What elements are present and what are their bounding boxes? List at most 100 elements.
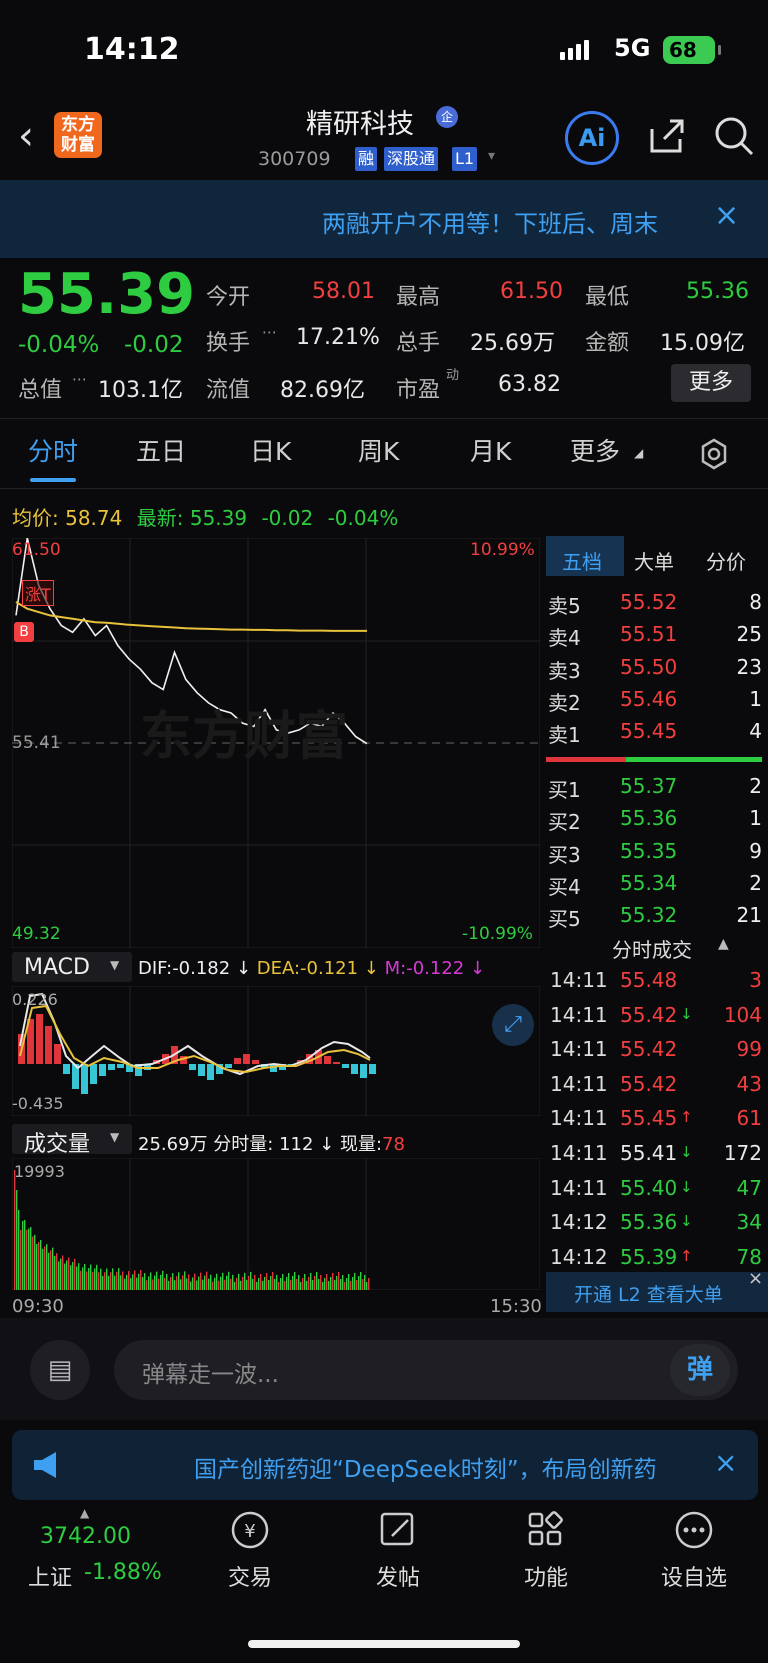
back-button[interactable]: ‹ xyxy=(18,116,34,156)
tab-price-dist[interactable]: 分价 xyxy=(706,546,746,575)
tick-volume: 99 xyxy=(736,1037,762,1062)
mark-t[interactable]: 涨T xyxy=(22,580,54,606)
news-text[interactable]: 国产创新药迎“DeepSeek时刻”，布局创新药 xyxy=(194,1450,702,1484)
index-value[interactable]: 3742.00 xyxy=(40,1524,131,1549)
more-button[interactable]: 更多 xyxy=(671,364,751,402)
volume-bar xyxy=(286,1276,288,1290)
danmu-settings-icon[interactable]: ▤ xyxy=(30,1340,90,1400)
buy-volume: 2 xyxy=(749,870,762,895)
macd-bar xyxy=(54,1044,61,1064)
info-line: 均价: 58.74 最新: 55.39 -0.02 -0.04% xyxy=(12,502,398,531)
tab-weekly-k[interactable]: 周K xyxy=(358,432,399,468)
home-indicator xyxy=(248,1640,520,1648)
macd-bar xyxy=(207,1064,214,1080)
macd-chart[interactable] xyxy=(12,986,540,1116)
buy-mark[interactable]: B xyxy=(14,622,34,642)
watermark: 东方财富 xyxy=(140,707,349,767)
sell-price[interactable]: 55.52 xyxy=(620,590,677,614)
macd-bar xyxy=(243,1054,250,1064)
buy-price[interactable]: 55.32 xyxy=(620,903,677,927)
share-icon[interactable] xyxy=(646,115,688,157)
close-icon[interactable]: × xyxy=(714,198,739,233)
volume-bar xyxy=(182,1275,184,1290)
volume-bar xyxy=(360,1271,362,1290)
sell-price[interactable]: 55.51 xyxy=(620,622,677,646)
volume-bar xyxy=(52,1247,54,1290)
volume-bar xyxy=(204,1275,206,1290)
index-name[interactable]: 上证 xyxy=(28,1560,72,1592)
nav-functions[interactable]: 功能 xyxy=(516,1560,576,1592)
macd-bar xyxy=(360,1064,367,1078)
l2-banner-text[interactable]: 开通 L2 查看大单 xyxy=(574,1280,723,1307)
tick-price: 55.39 xyxy=(620,1244,678,1269)
pct-top-label: 10.99% xyxy=(470,540,535,560)
volume-bar xyxy=(254,1274,256,1290)
danmu-input[interactable]: 弹幕走一波... xyxy=(142,1355,279,1389)
nav-watchlist[interactable]: 设自选 xyxy=(654,1560,734,1592)
macd-bottom-label: -0.435 xyxy=(12,1094,64,1113)
sell-price[interactable]: 55.45 xyxy=(620,719,677,743)
sell-label: 卖4 xyxy=(548,626,581,651)
volume-chart[interactable] xyxy=(12,1158,540,1290)
macd-bar xyxy=(351,1064,358,1074)
volume-bar xyxy=(366,1281,368,1290)
close-icon[interactable]: × xyxy=(748,1268,763,1289)
more-icon[interactable] xyxy=(674,1510,714,1550)
tab-big-order[interactable]: 大单 xyxy=(634,546,674,575)
stat-value: 25.69万 xyxy=(470,331,555,356)
macd-top-label: 0.226 xyxy=(12,990,58,1009)
ticks-title[interactable]: 分时成交 xyxy=(612,934,692,963)
volume-bar xyxy=(200,1272,202,1290)
tab-five-level[interactable]: 五档 xyxy=(562,546,602,575)
grid-icon[interactable] xyxy=(526,1510,566,1550)
app-logo[interactable]: 东方财富 xyxy=(54,112,102,158)
buy-price[interactable]: 55.36 xyxy=(620,806,677,830)
tick-price: 55.41 xyxy=(620,1141,678,1165)
buy-label: 买5 xyxy=(548,907,581,932)
tab-intraday[interactable]: 分时 xyxy=(28,432,78,468)
volume-bar xyxy=(368,1277,370,1290)
volume-bar xyxy=(220,1276,222,1290)
volume-bar xyxy=(96,1264,98,1290)
buy-price[interactable]: 55.35 xyxy=(620,839,677,863)
macd-label[interactable]: MACD xyxy=(24,955,90,980)
volume-bar xyxy=(226,1275,228,1290)
volume-bar xyxy=(338,1271,340,1290)
close-icon[interactable]: × xyxy=(714,1446,737,1479)
volume-bar xyxy=(354,1272,356,1290)
tab-monthly-k[interactable]: 月K xyxy=(470,432,511,468)
sell-price[interactable]: 55.50 xyxy=(620,655,677,679)
yen-icon[interactable]: ¥ xyxy=(228,1508,272,1552)
latest-change: -0.02 xyxy=(261,506,314,530)
volume-bar xyxy=(64,1263,66,1290)
buy-price[interactable]: 55.37 xyxy=(620,774,677,798)
nav-post[interactable]: 发帖 xyxy=(368,1560,428,1592)
nav-trade[interactable]: 交易 xyxy=(220,1560,280,1592)
edit-icon[interactable] xyxy=(378,1510,418,1550)
index-pct[interactable]: -1.88% xyxy=(84,1560,162,1585)
sell-price[interactable]: 55.46 xyxy=(620,687,677,711)
volume-bar xyxy=(198,1276,200,1290)
macd-m: M:-0.122 xyxy=(384,958,465,979)
volume-bar xyxy=(146,1280,148,1290)
ai-button[interactable]: Ai xyxy=(565,111,619,165)
volume-bar xyxy=(272,1271,274,1290)
tab-daily-k[interactable]: 日K xyxy=(250,432,291,468)
expand-icon[interactable]: ⤢ xyxy=(492,1004,534,1046)
info-icon[interactable]: ⋯ xyxy=(72,370,87,388)
chevron-down-icon[interactable]: ▾ xyxy=(488,148,495,164)
banner-text[interactable]: 两融开户不用等！下班后、周末 xyxy=(322,204,702,239)
danmu-send-button[interactable]: 弹 xyxy=(670,1344,730,1396)
tab-five-day[interactable]: 五日 xyxy=(136,432,186,468)
volume-label[interactable]: 成交量 xyxy=(24,1126,90,1158)
enterprise-badge: 企 xyxy=(436,106,458,128)
buy-price[interactable]: 55.34 xyxy=(620,871,677,895)
tab-more[interactable]: 更多 xyxy=(570,432,620,468)
tick-volume: 78 xyxy=(736,1244,762,1269)
volume-bar xyxy=(120,1275,122,1290)
volume-max-label: 19993 xyxy=(14,1162,65,1181)
search-icon[interactable] xyxy=(712,114,756,158)
settings-icon[interactable] xyxy=(697,437,731,471)
info-icon[interactable]: ⋯ xyxy=(262,323,277,341)
stock-name: 精研科技 xyxy=(306,109,414,140)
